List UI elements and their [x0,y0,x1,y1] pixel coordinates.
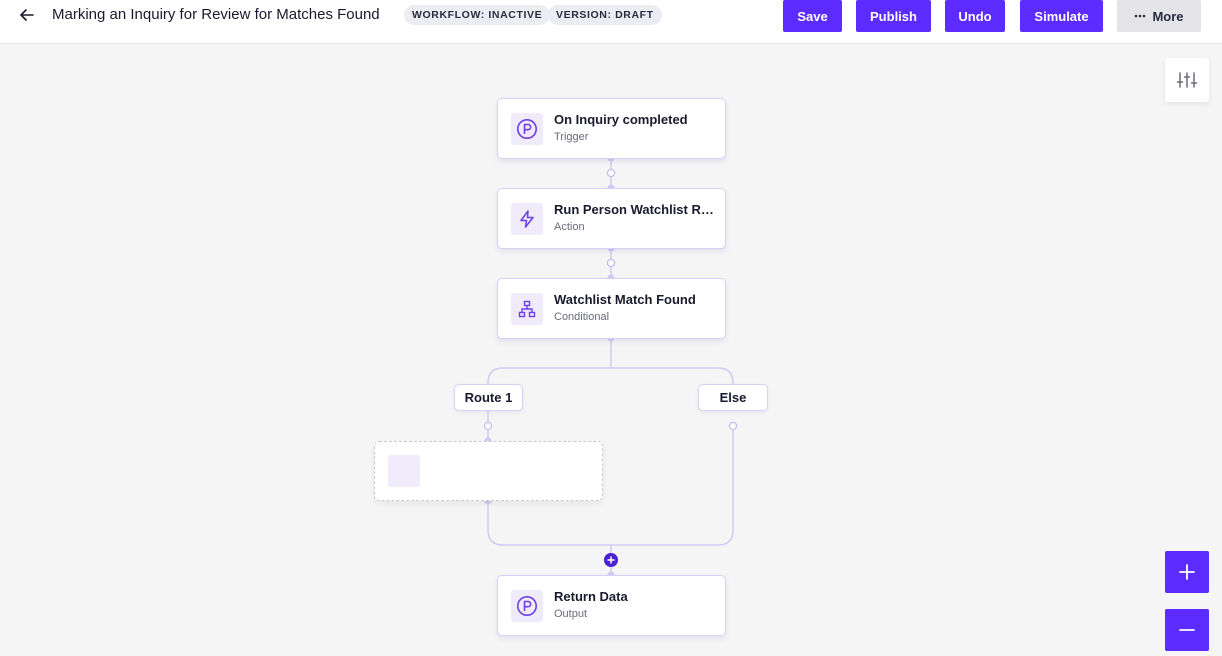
top-header: Marking an Inquiry for Review for Matche… [0,0,1222,44]
branch-icon [511,293,543,325]
settings-sliders-button[interactable] [1165,58,1209,102]
conditional-node[interactable]: Watchlist Match Found Conditional [497,278,726,339]
conditional-node-type: Conditional [554,311,610,323]
minus-icon [1179,629,1195,631]
zoom-in-button[interactable] [1165,551,1209,593]
back-button[interactable] [16,6,38,24]
empty-step-placeholder[interactable] [374,441,603,501]
action-node-title: Run Person Watchlist Report [554,202,716,217]
trigger-node[interactable]: On Inquiry completed Trigger [497,98,726,159]
persona-logo-icon [511,113,543,145]
undo-button[interactable]: Undo [945,0,1005,32]
route-1-branch[interactable]: Route 1 [454,384,523,411]
workflow-status-badge: WORKFLOW: INACTIVE [404,5,551,25]
zoom-out-button[interactable] [1165,609,1209,651]
trigger-node-title: On Inquiry completed [554,112,688,127]
save-button[interactable]: Save [783,0,842,32]
more-button[interactable]: More [1117,0,1201,32]
conditional-node-title: Watchlist Match Found [554,292,696,307]
trigger-node-type: Trigger [554,131,589,143]
persona-logo-icon [511,590,543,622]
plus-icon [607,556,615,564]
page-title: Marking an Inquiry for Review for Matche… [52,6,380,23]
publish-button[interactable]: Publish [856,0,931,32]
output-node-title: Return Data [554,589,628,604]
more-dots-icon [1135,14,1146,18]
more-button-label: More [1152,8,1184,24]
lightning-icon [511,203,543,235]
action-node-type: Action [554,221,585,233]
arrow-left-icon [20,9,34,21]
output-node[interactable]: Return Data Output [497,575,726,636]
sliders-icon [1176,72,1198,88]
plus-icon [1179,564,1195,580]
version-status-badge: VERSION: DRAFT [548,5,662,25]
else-branch[interactable]: Else [698,384,768,411]
add-step-button[interactable] [604,553,618,567]
simulate-button[interactable]: Simulate [1020,0,1103,32]
placeholder-icon [388,455,420,487]
action-node[interactable]: Run Person Watchlist Report Action [497,188,726,249]
output-node-type: Output [554,608,588,620]
